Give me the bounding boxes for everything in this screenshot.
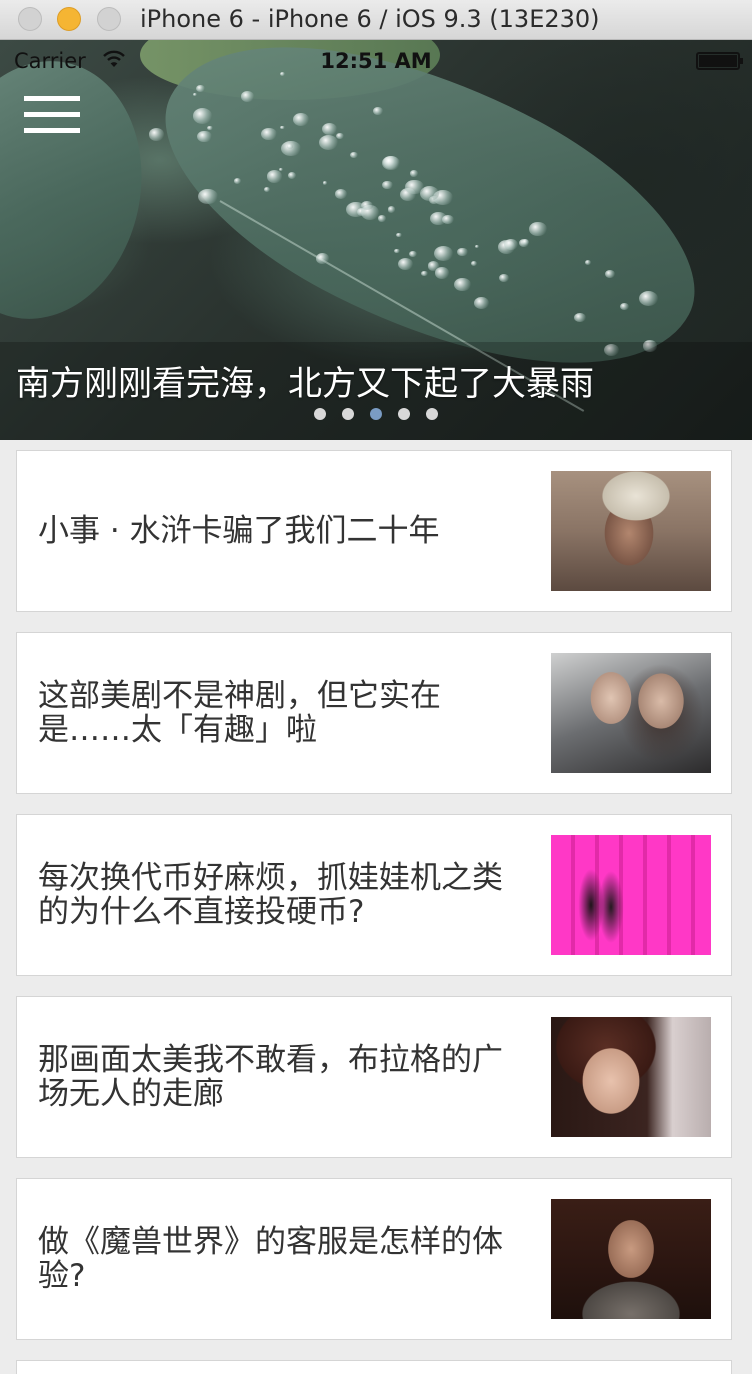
hamburger-menu-icon[interactable] [24, 96, 80, 136]
window-close-button[interactable] [18, 7, 42, 31]
story-thumbnail [551, 1199, 711, 1319]
banner-caption: 南方刚刚看完海，北方又下起了大暴雨 [16, 364, 594, 404]
story-thumbnail [551, 471, 711, 591]
simulator-title-bar: iPhone 6 - iPhone 6 / iOS 9.3 (13E230) [0, 0, 752, 40]
phone-screen: Carrier 12:51 AM 南方刚刚看完海，北方又下起了大暴雨 小事 · … [0, 40, 752, 1374]
banner-carousel[interactable]: Carrier 12:51 AM 南方刚刚看完海，北方又下起了大暴雨 [0, 40, 752, 440]
story-title: 那画面太美我不敢看，布拉格的广场无人的走廊 [38, 1042, 503, 1112]
page-dot[interactable] [426, 408, 438, 420]
window-zoom-button[interactable] [97, 7, 121, 31]
window-minimize-button[interactable] [57, 7, 81, 31]
page-dot[interactable] [398, 408, 410, 420]
story-title: 每次换代币好麻烦，抓娃娃机之类的为什么不直接投硬币? [38, 860, 503, 930]
story-card[interactable]: 做《魔兽世界》的客服是怎样的体验? [16, 1178, 732, 1340]
story-title: 小事 · 水浒卡骗了我们二十年 [38, 513, 440, 549]
story-title: 做《魔兽世界》的客服是怎样的体验? [38, 1224, 503, 1294]
story-thumbnail [551, 653, 711, 773]
story-title: 这部美剧不是神剧，但它实在是……太「有趣」啦 [38, 678, 441, 748]
story-card[interactable]: 每次换代币好麻烦，抓娃娃机之类的为什么不直接投硬币? [16, 814, 732, 976]
story-card[interactable]: 那画面太美我不敢看，布拉格的广场无人的走廊 [16, 996, 732, 1158]
story-card[interactable]: 小事 · 水浒卡骗了我们二十年 [16, 450, 732, 612]
page-dot[interactable] [370, 408, 382, 420]
story-card[interactable] [16, 1360, 732, 1374]
page-indicator[interactable] [0, 408, 752, 420]
story-thumbnail [551, 1017, 711, 1137]
banner-caption-bar[interactable]: 南方刚刚看完海，北方又下起了大暴雨 [0, 342, 752, 440]
page-dot[interactable] [342, 408, 354, 420]
window-title: iPhone 6 - iPhone 6 / iOS 9.3 (13E230) [140, 5, 600, 33]
battery-icon [696, 52, 743, 70]
status-bar: Carrier 12:51 AM [0, 40, 752, 80]
page-dot[interactable] [314, 408, 326, 420]
status-time: 12:51 AM [320, 49, 432, 73]
story-card[interactable]: 这部美剧不是神剧，但它实在是……太「有趣」啦 [16, 632, 732, 794]
story-thumbnail [551, 835, 711, 955]
